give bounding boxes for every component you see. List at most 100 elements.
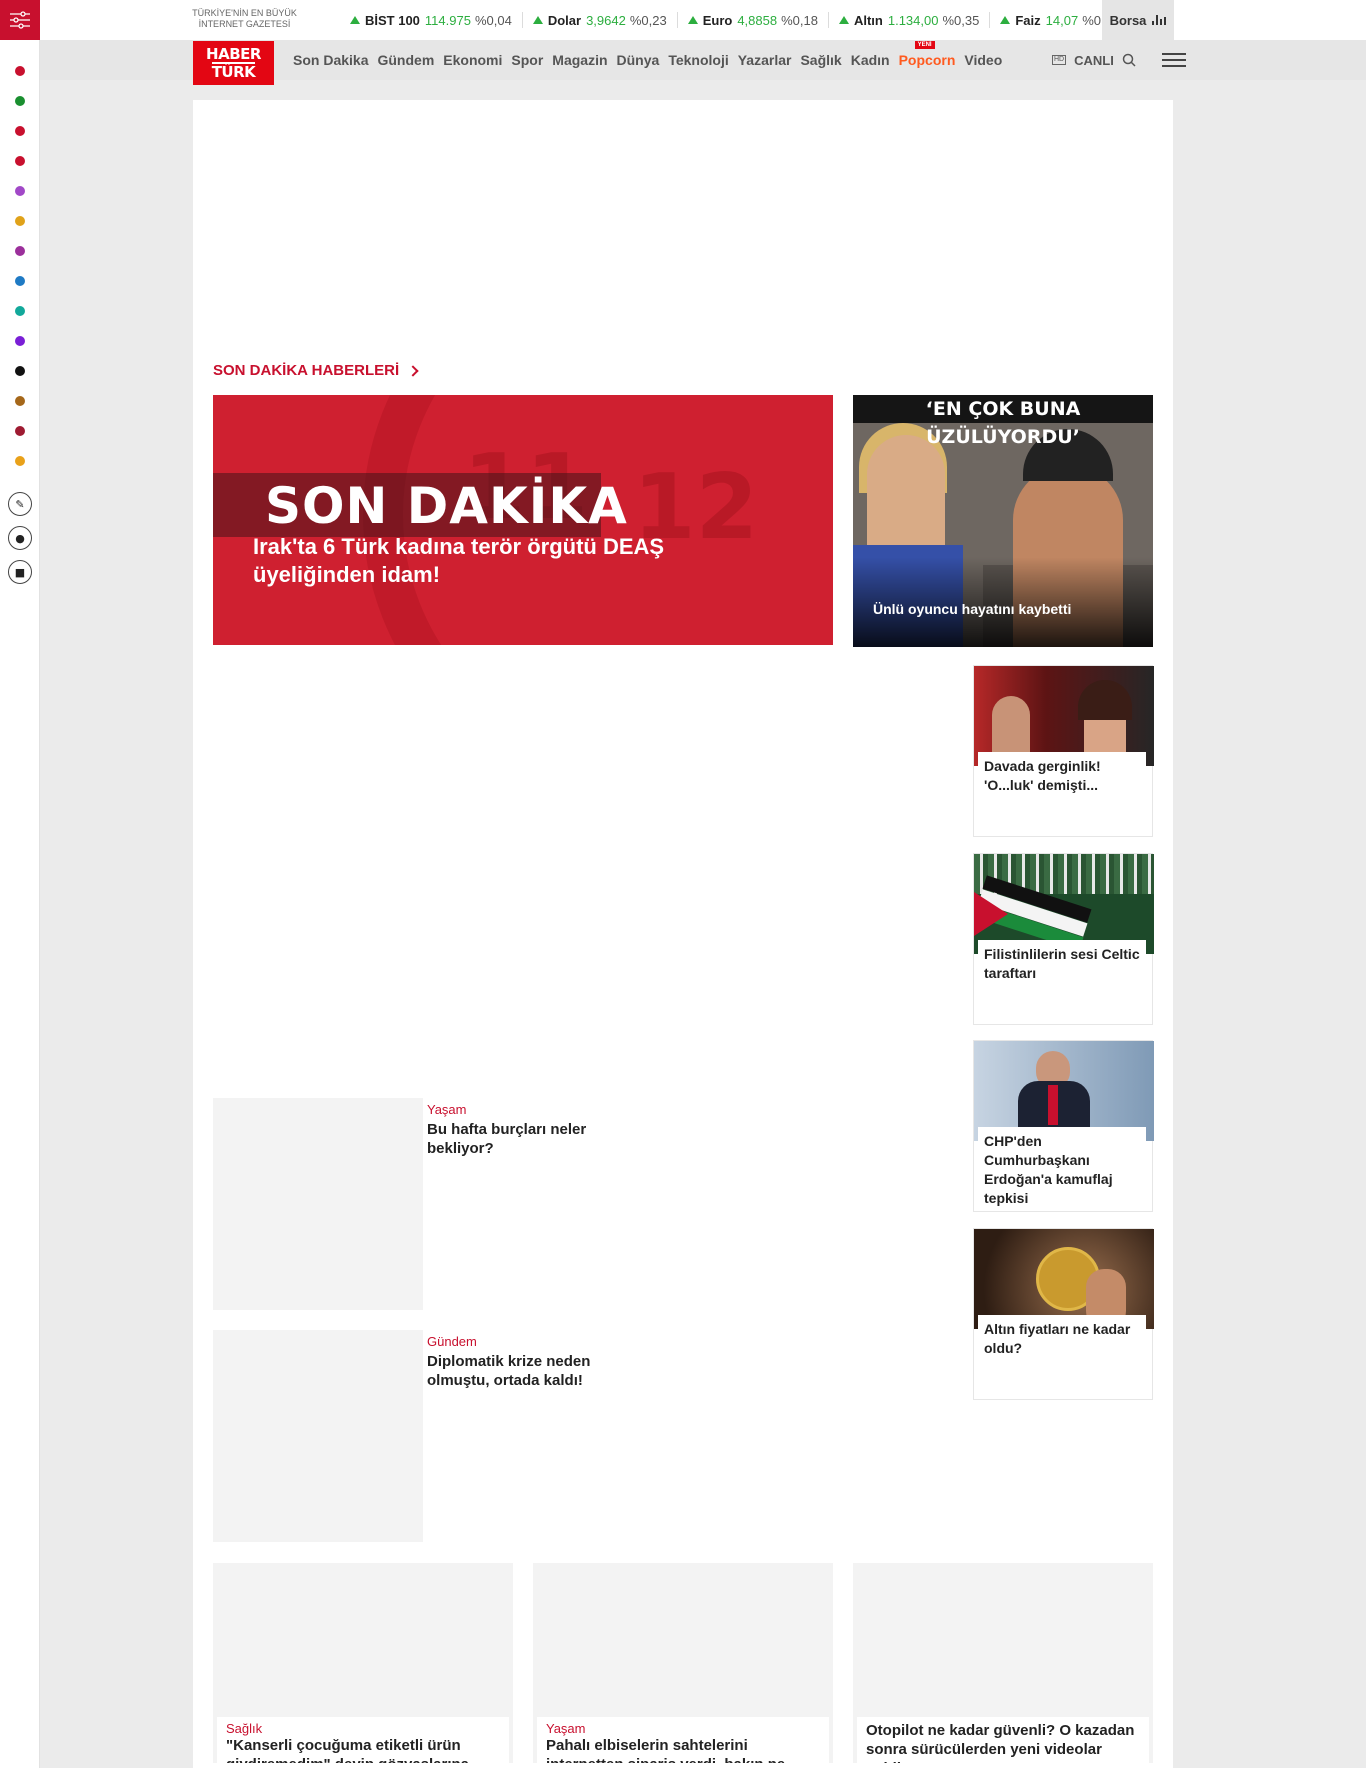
side-news-card[interactable]: Altın fiyatları ne kadar oldu? xyxy=(973,1228,1154,1400)
nav-item[interactable]: Spor xyxy=(511,52,543,68)
market-name: Faiz xyxy=(1015,12,1041,28)
side-news-card[interactable]: CHP'den Cumhurbaşkanı Erdoğan'a kamuflaj… xyxy=(973,1040,1154,1212)
market-name: BİST 100 xyxy=(365,12,420,28)
headline-title: Irak'ta 6 Türk kadına terör örgütü DEAŞ … xyxy=(253,534,665,587)
trash-icon[interactable]: ■ xyxy=(8,560,32,584)
category-dot[interactable] xyxy=(15,186,25,196)
category-dot[interactable] xyxy=(15,246,25,256)
news-category: Gündem xyxy=(427,1334,477,1349)
nav-item[interactable]: Teknoloji xyxy=(668,52,728,68)
nav-item[interactable]: Popcorn YENİ xyxy=(898,41,956,68)
news-title: Pahalı elbiselerin sahtelerini internett… xyxy=(546,1737,785,1763)
news-category: Yaşam xyxy=(427,1102,467,1117)
nav-item[interactable]: Son Dakika xyxy=(293,52,368,68)
main-content: SON DAKİKA HABERLERİ 11 12 SON DAKİKA Ir… xyxy=(193,100,1173,1768)
category-dot[interactable] xyxy=(15,276,25,286)
market-item[interactable]: BİST 100 114.975 %0,04 xyxy=(340,12,522,28)
market-item[interactable]: Euro 4,8858 %0,18 xyxy=(676,12,828,28)
market-item[interactable]: Dolar 3,9642 %0,23 xyxy=(521,12,677,28)
nav-item[interactable]: Gündem xyxy=(377,52,434,68)
sliders-icon xyxy=(10,11,30,29)
news-thumbnail xyxy=(974,1041,1154,1141)
pin-icon[interactable]: ✎ xyxy=(8,492,32,516)
list-news-item[interactable]: Yaşam Bu hafta burçları neler bekliyor? xyxy=(213,1098,633,1310)
bottom-news-card[interactable]: Yaşam Pahalı elbiselerin sahtelerini int… xyxy=(533,1563,833,1763)
headline-badge: SON DAKİKA xyxy=(265,477,628,535)
category-dot[interactable] xyxy=(15,306,25,316)
bottom-news-card[interactable]: Otopilot ne kadar güvenli? O kazadan son… xyxy=(853,1563,1153,1763)
list-news-item[interactable]: Gündem Diplomatik krize neden olmuştu, o… xyxy=(213,1330,633,1542)
nav-item[interactable]: Kadın xyxy=(851,52,890,68)
side-feature-title: Ünlü oyuncu hayatını kaybetti xyxy=(873,601,1072,617)
market-value: 3,9642 xyxy=(586,12,626,28)
news-image-placeholder xyxy=(213,1330,423,1542)
news-thumbnail xyxy=(974,854,1154,954)
borsa-button[interactable]: Borsa xyxy=(1102,0,1174,40)
side-news-title: Davada gerginlik! 'O...luk' demişti... xyxy=(978,752,1146,832)
category-dot[interactable] xyxy=(15,336,25,346)
rail-tools: ✎ ● ■ xyxy=(0,492,40,594)
new-badge: YENİ xyxy=(914,41,935,49)
category-dot[interactable] xyxy=(15,216,25,226)
borsa-label: Borsa xyxy=(1109,12,1147,28)
news-image-placeholder xyxy=(213,1098,423,1310)
headline-card[interactable]: 11 12 SON DAKİKA Irak'ta 6 Türk kadına t… xyxy=(213,395,833,645)
nav-item[interactable]: Dünya xyxy=(617,52,660,68)
up-arrow-icon xyxy=(1000,16,1011,24)
nav-item[interactable]: Ekonomi xyxy=(443,52,502,68)
category-dots xyxy=(0,66,40,486)
market-value: 1.134,00 xyxy=(887,12,939,28)
bottom-news-text: Otopilot ne kadar güvenli? O kazadan son… xyxy=(857,1717,1149,1763)
category-dot[interactable] xyxy=(15,126,25,136)
breaking-news-section-link[interactable]: SON DAKİKA HABERLERİ xyxy=(213,362,419,379)
side-news-title: Filistinlilerin sesi Celtic taraftarı xyxy=(978,940,1146,1020)
market-value: 114.975 xyxy=(424,12,471,28)
main-navbar: HABER TÜRK Son Dakika Gündem Ekonomi Spor Ma… xyxy=(40,40,1366,85)
haberturk-logo[interactable]: HABER TÜRK xyxy=(193,41,274,85)
side-news-card[interactable]: Davada gerginlik! 'O...luk' demişti... xyxy=(973,665,1154,837)
category-dot[interactable] xyxy=(15,96,25,106)
side-news-card[interactable]: Filistinlilerin sesi Celtic taraftarı xyxy=(973,853,1154,1025)
news-category: Sağlık xyxy=(226,1721,263,1736)
up-arrow-icon xyxy=(350,16,360,24)
category-dot[interactable] xyxy=(15,156,25,166)
nav-item[interactable]: Yazarlar xyxy=(738,52,792,68)
bottom-news-text: Yaşam Pahalı elbiselerin sahtelerini int… xyxy=(537,1717,829,1763)
market-item[interactable]: Altın 1.134,00 %0,35 xyxy=(827,12,989,28)
search-icon[interactable] xyxy=(1122,53,1136,67)
news-title: Otopilot ne kadar güvenli? O kazadan son… xyxy=(866,1722,1135,1763)
logo-line-2: TÜRK xyxy=(211,61,256,81)
up-arrow-icon xyxy=(687,16,698,24)
category-dot[interactable] xyxy=(15,366,25,376)
up-arrow-icon xyxy=(838,16,849,24)
market-name: Altın xyxy=(853,12,883,28)
market-change: %0,35 xyxy=(942,12,980,28)
news-title: Bu hafta burçları neler bekliyor? xyxy=(427,1121,587,1157)
nav-item[interactable]: Magazin xyxy=(552,52,607,68)
side-feature-caption: ‘EN ÇOK BUNA ÜZÜLÜYORDU’ xyxy=(853,395,1153,448)
hamburger-menu-icon[interactable] xyxy=(1161,49,1186,71)
nav-item[interactable]: Video xyxy=(964,52,1002,68)
bottom-news-text: Sağlık "Kanserli çocuğuma etiketli ürün … xyxy=(217,1717,509,1763)
news-thumbnail xyxy=(974,1229,1154,1329)
market-change: %0,04 xyxy=(474,12,512,28)
category-dot[interactable] xyxy=(15,456,25,466)
primary-nav: Son Dakika Gündem Ekonomi Spor Magazin Dünya T… xyxy=(293,40,1002,80)
nav-item-label: Popcorn xyxy=(898,52,956,68)
market-ticker: TÜRKİYE'NİN EN BÜYÜK İNTERNET GAZETESİ B… xyxy=(40,0,1366,40)
bottom-news-card[interactable]: Sağlık "Kanserli çocuğuma etiketli ürün … xyxy=(213,1563,513,1763)
side-news-title: Altın fiyatları ne kadar oldu? xyxy=(978,1315,1146,1395)
nav-item[interactable]: Sağlık xyxy=(800,52,841,68)
up-arrow-icon xyxy=(532,16,543,24)
lock-icon[interactable]: ● xyxy=(8,526,32,550)
live-tv-link[interactable]: CANLI xyxy=(1074,53,1114,68)
category-dot[interactable] xyxy=(15,66,25,76)
site-slogan: TÜRKİYE'NİN EN BÜYÜK İNTERNET GAZETESİ xyxy=(192,8,297,29)
category-dot[interactable] xyxy=(15,426,25,436)
category-dot[interactable] xyxy=(15,396,25,406)
filter-menu-button[interactable] xyxy=(0,0,40,40)
side-feature-card[interactable]: ‘EN ÇOK BUNA ÜZÜLÜYORDU’ Ünlü oyuncu hay… xyxy=(853,395,1153,647)
section-title: SON DAKİKA HABERLERİ xyxy=(213,362,400,379)
market-name: Euro xyxy=(702,12,733,28)
market-value: 14,07 xyxy=(1045,12,1079,28)
